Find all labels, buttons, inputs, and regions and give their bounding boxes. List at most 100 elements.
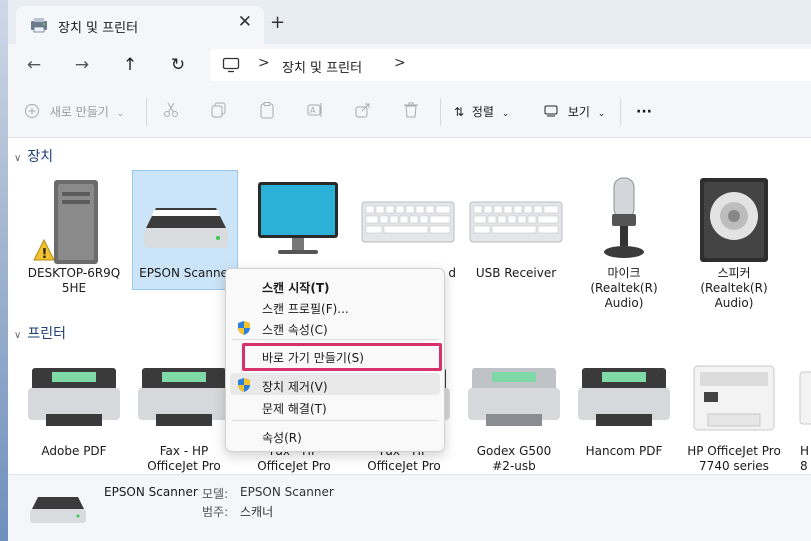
close-tab-icon[interactable]: ✕: [238, 12, 252, 32]
new-button-label: 새로 만들기: [49, 105, 109, 119]
details-category-key: 범주:: [202, 505, 229, 519]
printer-hp-officejet-7740[interactable]: HP OfficeJet Pro 7740 series: [682, 358, 786, 474]
sort-icon: ⇅: [454, 105, 465, 119]
menu-create-shortcut[interactable]: 바로 가기 만들기(S): [262, 349, 364, 366]
printer-icon: [462, 358, 566, 444]
printer-label: HP OfficeJet Pro: [687, 444, 781, 458]
up-button[interactable]: ↑: [116, 52, 144, 78]
details-category-value: 스캐너: [240, 505, 274, 519]
printer-hancom-pdf[interactable]: Hancom PDF: [572, 358, 676, 459]
device-usb-receiver[interactable]: USB Receiver: [464, 174, 568, 281]
device-microphone[interactable]: 마이크 (Realtek(R) Audio): [572, 174, 676, 311]
printer-icon: [682, 358, 786, 444]
breadcrumb-expand[interactable]: >: [394, 55, 406, 71]
printer-label: Fax - HP: [159, 444, 209, 458]
menu-troubleshoot[interactable]: 문제 해결(T): [262, 400, 327, 417]
devices-group-header[interactable]: ∨ 장치: [14, 146, 53, 166]
microphone-icon: [572, 174, 676, 266]
delete-icon[interactable]: [402, 101, 420, 123]
sort-button[interactable]: ⇅ 정렬 ⌄: [454, 101, 509, 123]
printer-adobe-pdf[interactable]: Adobe PDF: [22, 358, 126, 459]
menu-scan-properties[interactable]: 스캔 속성(C): [262, 321, 328, 338]
menu-properties[interactable]: 속성(R): [262, 429, 302, 446]
cut-icon[interactable]: [162, 101, 180, 123]
details-device-name: EPSON Scanner: [104, 485, 198, 499]
printers-group-header[interactable]: ∨ 프린터: [14, 323, 66, 343]
device-label-line2: 5HE: [61, 281, 87, 295]
desktop-tower-icon: !: [22, 174, 126, 266]
chevron-down-icon: ⌄: [501, 109, 510, 119]
printer-fax-hp-1[interactable]: Fax - HP OfficeJet Pro: [132, 358, 236, 474]
printer-label: H: [800, 444, 810, 458]
navigation-bar: ← → ↑ ↻ > 장치 및 프린터 >: [8, 44, 811, 86]
divider: [146, 98, 147, 126]
new-tab-button[interactable]: +: [270, 12, 285, 33]
svg-text:A: A: [310, 106, 316, 115]
details-model-key: 모델:: [202, 487, 229, 501]
menu-scan-profile[interactable]: 스캔 프로필(F)...: [262, 300, 349, 317]
device-label-line2: (Realtek(R): [590, 281, 658, 295]
forward-button[interactable]: →: [68, 52, 96, 78]
more-options-icon[interactable]: ···: [636, 101, 652, 123]
printer-label: Hancom PDF: [585, 444, 663, 458]
divider: [440, 98, 441, 126]
back-button[interactable]: ←: [20, 52, 48, 78]
breadcrumb-separator: >: [258, 55, 270, 71]
device-keyboard[interactable]: d: [356, 174, 460, 281]
printers-group-label: 프린터: [27, 326, 66, 342]
chevron-down-icon: ∨: [14, 330, 22, 341]
chevron-down-icon: ⌄: [597, 109, 606, 119]
address-bar[interactable]: > 장치 및 프린터 >: [210, 49, 811, 81]
refresh-button[interactable]: ↻: [164, 52, 192, 78]
chevron-down-icon: ∨: [14, 153, 22, 164]
copy-icon[interactable]: [210, 101, 228, 123]
details-model-value: EPSON Scanner: [240, 485, 334, 499]
printer-icon: [22, 358, 126, 444]
menu-remove-device[interactable]: 장치 제거(V): [262, 378, 328, 395]
device-label: 스피커: [717, 266, 751, 280]
printer-icon: [132, 358, 236, 444]
command-bar: 새로 만들기 ⌄ A ⇅ 정렬 ⌄ 보기 ⌄ ···: [8, 86, 811, 138]
divider: [620, 98, 621, 126]
view-icon: [544, 105, 558, 117]
device-desktop[interactable]: ! DESKTOP-6R9Q 5HE: [22, 174, 126, 296]
printer-label-line2: #2-usb: [492, 459, 536, 473]
device-label: USB Receiver: [475, 266, 557, 280]
printer-icon: [572, 358, 676, 444]
tab-title: 장치 및 프린터: [58, 21, 139, 36]
printer-label-line2: 8: [800, 459, 808, 473]
svg-text:!: !: [42, 247, 48, 262]
breadcrumb-devices-printers[interactable]: 장치 및 프린터: [282, 57, 362, 76]
keyboard-icon: [356, 174, 460, 266]
tab-bar: 장치 및 프린터 ✕ +: [8, 0, 811, 46]
add-icon: [25, 104, 39, 118]
menu-separator: [232, 420, 438, 421]
printer-partial[interactable]: H 8: [792, 358, 811, 474]
monitor-icon: [246, 174, 350, 266]
view-button[interactable]: 보기 ⌄: [544, 101, 605, 123]
device-label-line3: Audio): [714, 296, 754, 310]
printer-label: Godex G500: [476, 444, 552, 458]
menu-scan-start[interactable]: 스캔 시작(T): [262, 279, 330, 296]
device-speaker[interactable]: 스피커 (Realtek(R) Audio): [682, 174, 786, 311]
scanner-icon: [28, 489, 88, 532]
device-monitor[interactable]: [246, 174, 350, 266]
keyboard-icon: [464, 174, 568, 266]
view-label: 보기: [567, 105, 590, 119]
printer-icon: [792, 358, 811, 444]
device-label: 마이크: [607, 266, 641, 280]
devices-printers-icon: [30, 17, 48, 36]
menu-separator: [232, 339, 438, 340]
tab-devices-printers[interactable]: 장치 및 프린터 ✕: [16, 6, 264, 44]
printer-label-line2: 7740 series: [699, 459, 769, 473]
printer-label-line2: OfficeJet Pro: [367, 459, 441, 473]
share-icon[interactable]: [354, 101, 372, 123]
paste-icon[interactable]: [258, 101, 276, 123]
new-button[interactable]: 새로 만들기 ⌄: [24, 101, 124, 123]
rename-icon[interactable]: A: [306, 101, 324, 123]
chevron-down-icon: ⌄: [116, 109, 125, 119]
printer-godex[interactable]: Godex G500 #2-usb: [462, 358, 566, 474]
computer-icon: [222, 57, 240, 76]
device-epson-scanner[interactable]: EPSON Scanner: [132, 170, 238, 290]
shield-icon: [236, 377, 252, 396]
